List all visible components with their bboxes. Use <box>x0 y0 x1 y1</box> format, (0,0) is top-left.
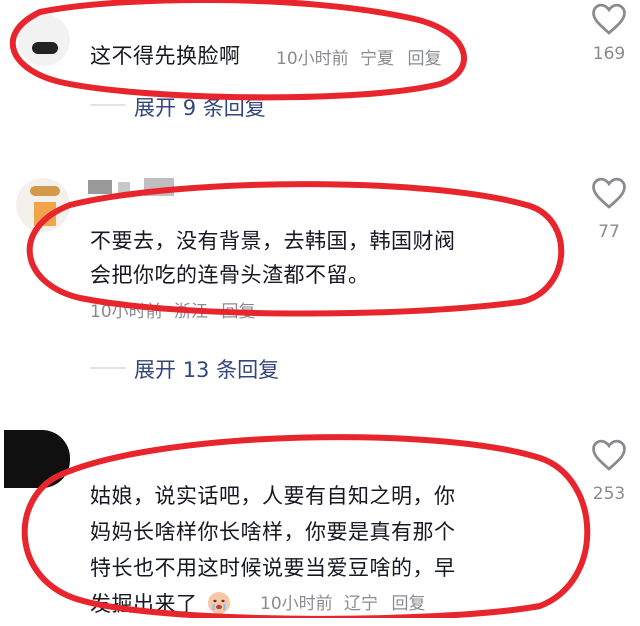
avatar[interactable] <box>18 14 70 66</box>
username-blurred[interactable] <box>88 174 188 196</box>
like-count: 169 <box>592 44 626 64</box>
reply-button[interactable]: 回复 <box>391 594 425 614</box>
divider <box>90 367 126 369</box>
heart-outline-icon[interactable] <box>590 2 628 36</box>
reply-button[interactable]: 回复 <box>221 302 255 322</box>
like-count: 77 <box>598 222 620 242</box>
comment-text: 不要去，没有背景，去韩国，韩国财阀 会把你吃的连骨头渣都不留。 <box>90 229 456 287</box>
avatar[interactable] <box>4 430 70 488</box>
expand-replies-button[interactable]: 展开 13 条回复 <box>134 354 279 384</box>
comment-location: 浙江 <box>174 302 209 322</box>
comment-meta: 10小时前 宁夏 回复 <box>276 44 441 69</box>
like-count: 253 <box>592 484 626 504</box>
heart-outline-icon[interactable] <box>590 176 628 210</box>
reply-button[interactable]: 回复 <box>407 49 441 69</box>
comment-time: 10小时前 <box>90 302 163 322</box>
comment-time: 10小时前 <box>276 49 349 69</box>
crying-face-emoji-icon <box>207 590 231 614</box>
comment-time: 10小时前 <box>260 594 333 614</box>
avatar[interactable] <box>16 178 70 232</box>
divider <box>90 104 126 106</box>
heart-outline-icon[interactable] <box>590 438 628 472</box>
comment-meta: 10小时前 辽宁 回复 <box>260 589 425 614</box>
comment-location: 宁夏 <box>360 49 395 69</box>
comment-location: 辽宁 <box>344 594 379 614</box>
comment-text: 这不得先换脸啊 <box>90 44 241 68</box>
comment-meta: 10小时前 浙江 回复 <box>90 297 255 322</box>
expand-replies-button[interactable]: 展开 9 条回复 <box>134 92 266 122</box>
